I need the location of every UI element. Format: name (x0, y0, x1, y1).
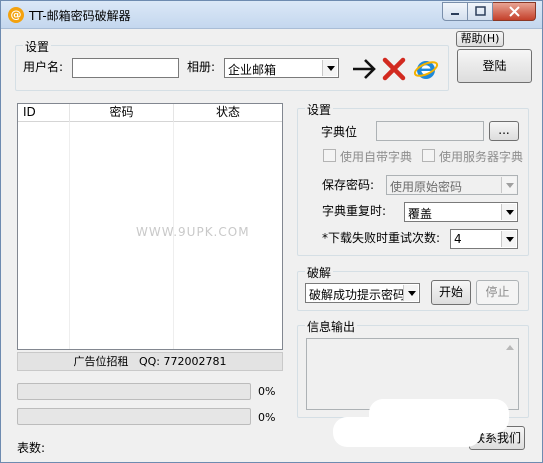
crack-group-label: 破解 (305, 264, 334, 281)
title-bar[interactable]: @ TT-邮箱密码破解器 (1, 1, 542, 29)
chevron-down-icon (403, 285, 418, 301)
progress-bar-1 (17, 383, 251, 400)
column-password-header[interactable]: 密码 (70, 104, 174, 122)
watermark-text: WWW.9UPK.COM (136, 225, 250, 239)
ie-browser-icon[interactable] (413, 56, 439, 82)
close-icon (508, 6, 520, 17)
save-password-select[interactable]: 使用原始密码 (386, 175, 518, 195)
minimize-button[interactable] (442, 2, 468, 21)
settings-right-label: 设置 (305, 101, 334, 118)
crack-mode-select[interactable]: 破解成功提示密码 (305, 283, 420, 303)
ad-label: 广告位招租 (73, 355, 129, 368)
chevron-down-icon (501, 231, 516, 247)
browse-button[interactable]: ... (489, 121, 519, 141)
column-status-header[interactable]: 状态 (174, 104, 282, 122)
red-x-icon[interactable] (381, 56, 407, 82)
builtin-dict-label: 使用自带字典 (340, 150, 413, 164)
dict-path-input[interactable] (376, 121, 484, 141)
dict-repeat-select[interactable]: 覆盖 (404, 202, 518, 222)
close-button[interactable] (493, 2, 536, 21)
maximize-button[interactable] (468, 2, 493, 21)
help-button[interactable]: 帮助(H) (456, 31, 504, 47)
username-label: 用户名: (23, 60, 64, 74)
maximize-icon (474, 6, 486, 16)
builtin-dict-checkbox[interactable] (323, 149, 336, 162)
app-window: @ TT-邮箱密码破解器 设置 用户名: 相册: 企业邮箱 帮助(H) 登陆 I… (0, 0, 543, 463)
column-id-header[interactable]: ID (18, 104, 70, 122)
scroll-up-icon[interactable] (502, 340, 517, 355)
username-input[interactable] (72, 58, 179, 78)
mailbox-select-value: 企业邮箱 (228, 63, 277, 77)
arrow-right-icon[interactable] (351, 56, 377, 82)
dict-repeat-label: 字典重复时: (322, 204, 387, 218)
chevron-down-icon (501, 177, 516, 193)
save-password-label: 保存密码: (322, 178, 375, 192)
list-header: ID 密码 状态 (18, 104, 282, 122)
progress-label-2: 0% (258, 411, 276, 424)
chevron-down-icon (322, 60, 337, 76)
mailbox-label: 相册: (187, 60, 216, 74)
info-output-label: 信息输出 (305, 318, 358, 335)
progress-bar-2 (17, 408, 251, 425)
ad-bar: 广告位招租 QQ: 772002781 (17, 352, 283, 371)
result-list[interactable]: ID 密码 状态 WWW.9UPK.COM (17, 103, 283, 350)
retry-value: 4 (454, 232, 462, 246)
retry-label: *下载失败时重试次数: (322, 231, 441, 245)
crack-mode-value: 破解成功提示密码 (309, 288, 406, 302)
save-password-value: 使用原始密码 (390, 180, 463, 194)
ad-qq: QQ: 772002781 (138, 355, 227, 368)
minimize-icon (451, 13, 459, 15)
dict-repeat-value: 覆盖 (408, 207, 433, 221)
mailbox-select[interactable]: 企业邮箱 (224, 58, 339, 78)
start-button[interactable]: 开始 (431, 280, 471, 305)
server-dict-label: 使用服务器字典 (439, 150, 524, 164)
chevron-down-icon (501, 204, 516, 220)
stop-button[interactable]: 停止 (476, 280, 519, 305)
window-controls (442, 2, 536, 21)
window-title: TT-邮箱密码破解器 (29, 9, 131, 23)
redaction-mask (333, 417, 481, 447)
retry-select[interactable]: 4 (450, 229, 518, 249)
server-dict-checkbox[interactable] (422, 149, 435, 162)
settings-top-label: 设置 (23, 38, 52, 55)
login-button[interactable]: 登陆 (457, 49, 532, 83)
app-icon: @ (8, 7, 24, 23)
dict-label: 字典位 (321, 125, 358, 139)
count-label: 表数: (17, 441, 46, 455)
progress-label-1: 0% (258, 385, 276, 398)
